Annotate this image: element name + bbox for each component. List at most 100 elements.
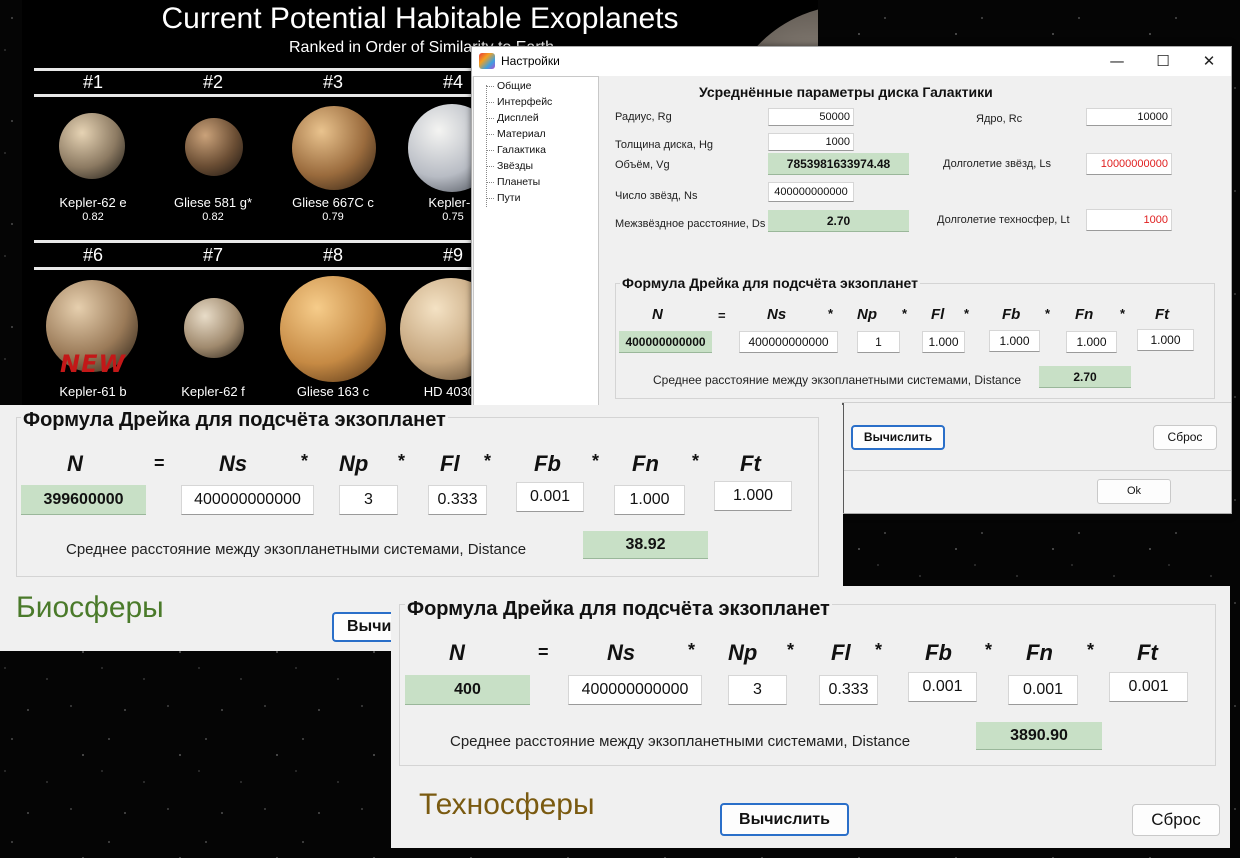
planet-rank: #2 <box>202 72 224 92</box>
dialog-ok-button[interactable]: Ok <box>1097 479 1171 504</box>
tree-item-material[interactable]: Материал <box>486 128 546 140</box>
header-n: N <box>449 640 465 665</box>
core-label: Ядро, Rc <box>976 113 1023 125</box>
technosphere-panel: Формула Дрейка для подсчёта экзопланет N… <box>391 586 1230 848</box>
planet-rank: #7 <box>202 245 224 265</box>
planet-name: Gliese 163 c <box>296 384 370 399</box>
technosphere-np-field[interactable]: 3 <box>728 675 787 705</box>
technosphere-lifetime-field[interactable]: 1000 <box>1086 209 1172 231</box>
thickness-field[interactable]: 1000 <box>768 133 854 151</box>
planet-name: Gliese 581 g* <box>173 195 253 210</box>
planet-gliese-667cc <box>292 106 376 190</box>
planet-name: Kepler-62 e <box>59 195 127 210</box>
tree-item-stars[interactable]: Звёзды <box>486 160 533 172</box>
tree-item-interface[interactable]: Интерфейс <box>486 96 552 108</box>
technosphere-reset-button[interactable]: Сброс <box>1132 804 1220 836</box>
header-ft: Ft <box>1137 640 1158 665</box>
radius-field[interactable]: 50000 <box>768 108 854 126</box>
multiply-sign: * <box>688 640 696 660</box>
dialog-np-field[interactable]: 1 <box>857 331 900 353</box>
planet-name: Gliese 667C c <box>292 195 374 210</box>
dialog-fl-field[interactable]: 1.000 <box>922 331 965 353</box>
multiply-sign: * <box>1045 306 1051 321</box>
tree-item-galaxy[interactable]: Галактика <box>486 144 546 156</box>
biosphere-ns-field[interactable]: 400000000000 <box>181 485 314 515</box>
tree-item-display[interactable]: Дисплей <box>486 112 539 124</box>
dialog-button-area: Вычислить Сброс Ok <box>842 403 1231 513</box>
equals-sign: = <box>718 308 726 323</box>
new-badge: NEW <box>60 350 126 378</box>
planet-rank: #3 <box>322 72 344 92</box>
equals-sign: = <box>154 453 165 473</box>
biosphere-np-field[interactable]: 3 <box>339 485 398 515</box>
dialog-fn-field[interactable]: 1.000 <box>1066 331 1117 353</box>
dialog-ns-field[interactable]: 400000000000 <box>739 331 838 353</box>
stars-count-label: Число звёзд, Ns <box>615 190 698 202</box>
volume-label: Объём, Vg <box>615 159 670 171</box>
interstellar-distance-result: 2.70 <box>768 210 909 232</box>
biosphere-ft-field[interactable]: 1.000 <box>714 481 792 511</box>
technosphere-ns-field[interactable]: 400000000000 <box>568 675 702 705</box>
biosphere-fn-field[interactable]: 1.000 <box>614 485 685 515</box>
biosphere-fb-field[interactable]: 0.001 <box>516 482 584 512</box>
galaxy-heading: Усреднённые параметры диска Галактики <box>699 84 993 100</box>
dialog-reset-button[interactable]: Сброс <box>1153 425 1217 450</box>
dialog-calculate-button[interactable]: Вычислить <box>851 425 945 450</box>
multiply-sign: * <box>692 451 700 471</box>
tree-item-paths[interactable]: Пути <box>486 192 520 204</box>
tree-item-general[interactable]: Общие <box>486 80 532 92</box>
technosphere-calculate-button[interactable]: Вычислить <box>720 803 849 836</box>
biosphere-distance-label: Среднее расстояние между экзопланетными … <box>66 541 527 558</box>
star-lifetime-field[interactable]: 10000000000 <box>1086 153 1172 175</box>
planet-score: 0.82 <box>82 211 104 223</box>
header-fb: Fb <box>534 451 561 476</box>
equals-sign: = <box>538 642 549 662</box>
radius-label: Радиус, Rg <box>615 111 672 123</box>
header-ns: Ns <box>767 306 787 323</box>
maximize-icon[interactable]: ☐ <box>1140 47 1186 76</box>
header-np: Np <box>728 640 758 665</box>
core-field[interactable]: 10000 <box>1086 108 1172 126</box>
multiply-sign: * <box>875 640 883 660</box>
technosphere-fl-field[interactable]: 0.333 <box>819 675 878 705</box>
technosphere-lifetime-label: Долголетие техносфер, Lt <box>937 214 1070 226</box>
header-n: N <box>67 451 83 476</box>
technosphere-fb-field[interactable]: 0.001 <box>908 672 977 702</box>
close-icon[interactable]: ✕ <box>1186 47 1231 76</box>
biosphere-section-label: Биосферы <box>16 591 164 624</box>
technosphere-fn-field[interactable]: 0.001 <box>1008 675 1078 705</box>
dialog-fb-field[interactable]: 1.000 <box>989 330 1040 352</box>
technosphere-distance-label: Среднее расстояние между экзопланетными … <box>450 733 911 750</box>
tree-item-planets[interactable]: Планеты <box>486 176 540 188</box>
dialog-n-result: 400000000000 <box>619 331 712 353</box>
dialog-ft-field[interactable]: 1.000 <box>1137 329 1194 351</box>
stars-count-field[interactable]: 400000000000 <box>768 182 854 202</box>
biosphere-fl-field[interactable]: 0.333 <box>428 485 487 515</box>
header-fb: Fb <box>1002 306 1021 323</box>
dialog-titlebar: Настройки — ☐ ✕ <box>472 47 1231 76</box>
header-ns: Ns <box>607 640 636 665</box>
technosphere-ft-field[interactable]: 0.001 <box>1109 672 1188 702</box>
header-n: N <box>652 306 663 323</box>
multiply-sign: * <box>398 451 406 471</box>
technosphere-n-result: 400 <box>405 675 530 705</box>
planet-name: Kepler-61 b <box>59 384 127 399</box>
planet-name: Kepler-62 f <box>181 384 245 399</box>
minimize-icon[interactable]: — <box>1094 47 1140 76</box>
technosphere-section-label: Техносферы <box>419 788 595 821</box>
header-ft: Ft <box>740 451 761 476</box>
header-ft: Ft <box>1155 306 1170 323</box>
header-fn: Fn <box>632 451 659 476</box>
header-fl: Fl <box>831 640 851 665</box>
dialog-distance-result: 2.70 <box>1039 366 1131 388</box>
multiply-sign: * <box>985 640 993 660</box>
app-icon <box>479 53 495 69</box>
multiply-sign: * <box>828 306 834 321</box>
multiply-sign: * <box>1120 306 1126 321</box>
multiply-sign: * <box>964 306 970 321</box>
multiply-sign: * <box>1087 640 1095 660</box>
multiply-sign: * <box>301 451 309 471</box>
multiply-sign: * <box>787 640 795 660</box>
interstellar-distance-label: Межзвёздное расстояние, Ds <box>615 218 766 230</box>
header-ns: Ns <box>219 451 248 476</box>
